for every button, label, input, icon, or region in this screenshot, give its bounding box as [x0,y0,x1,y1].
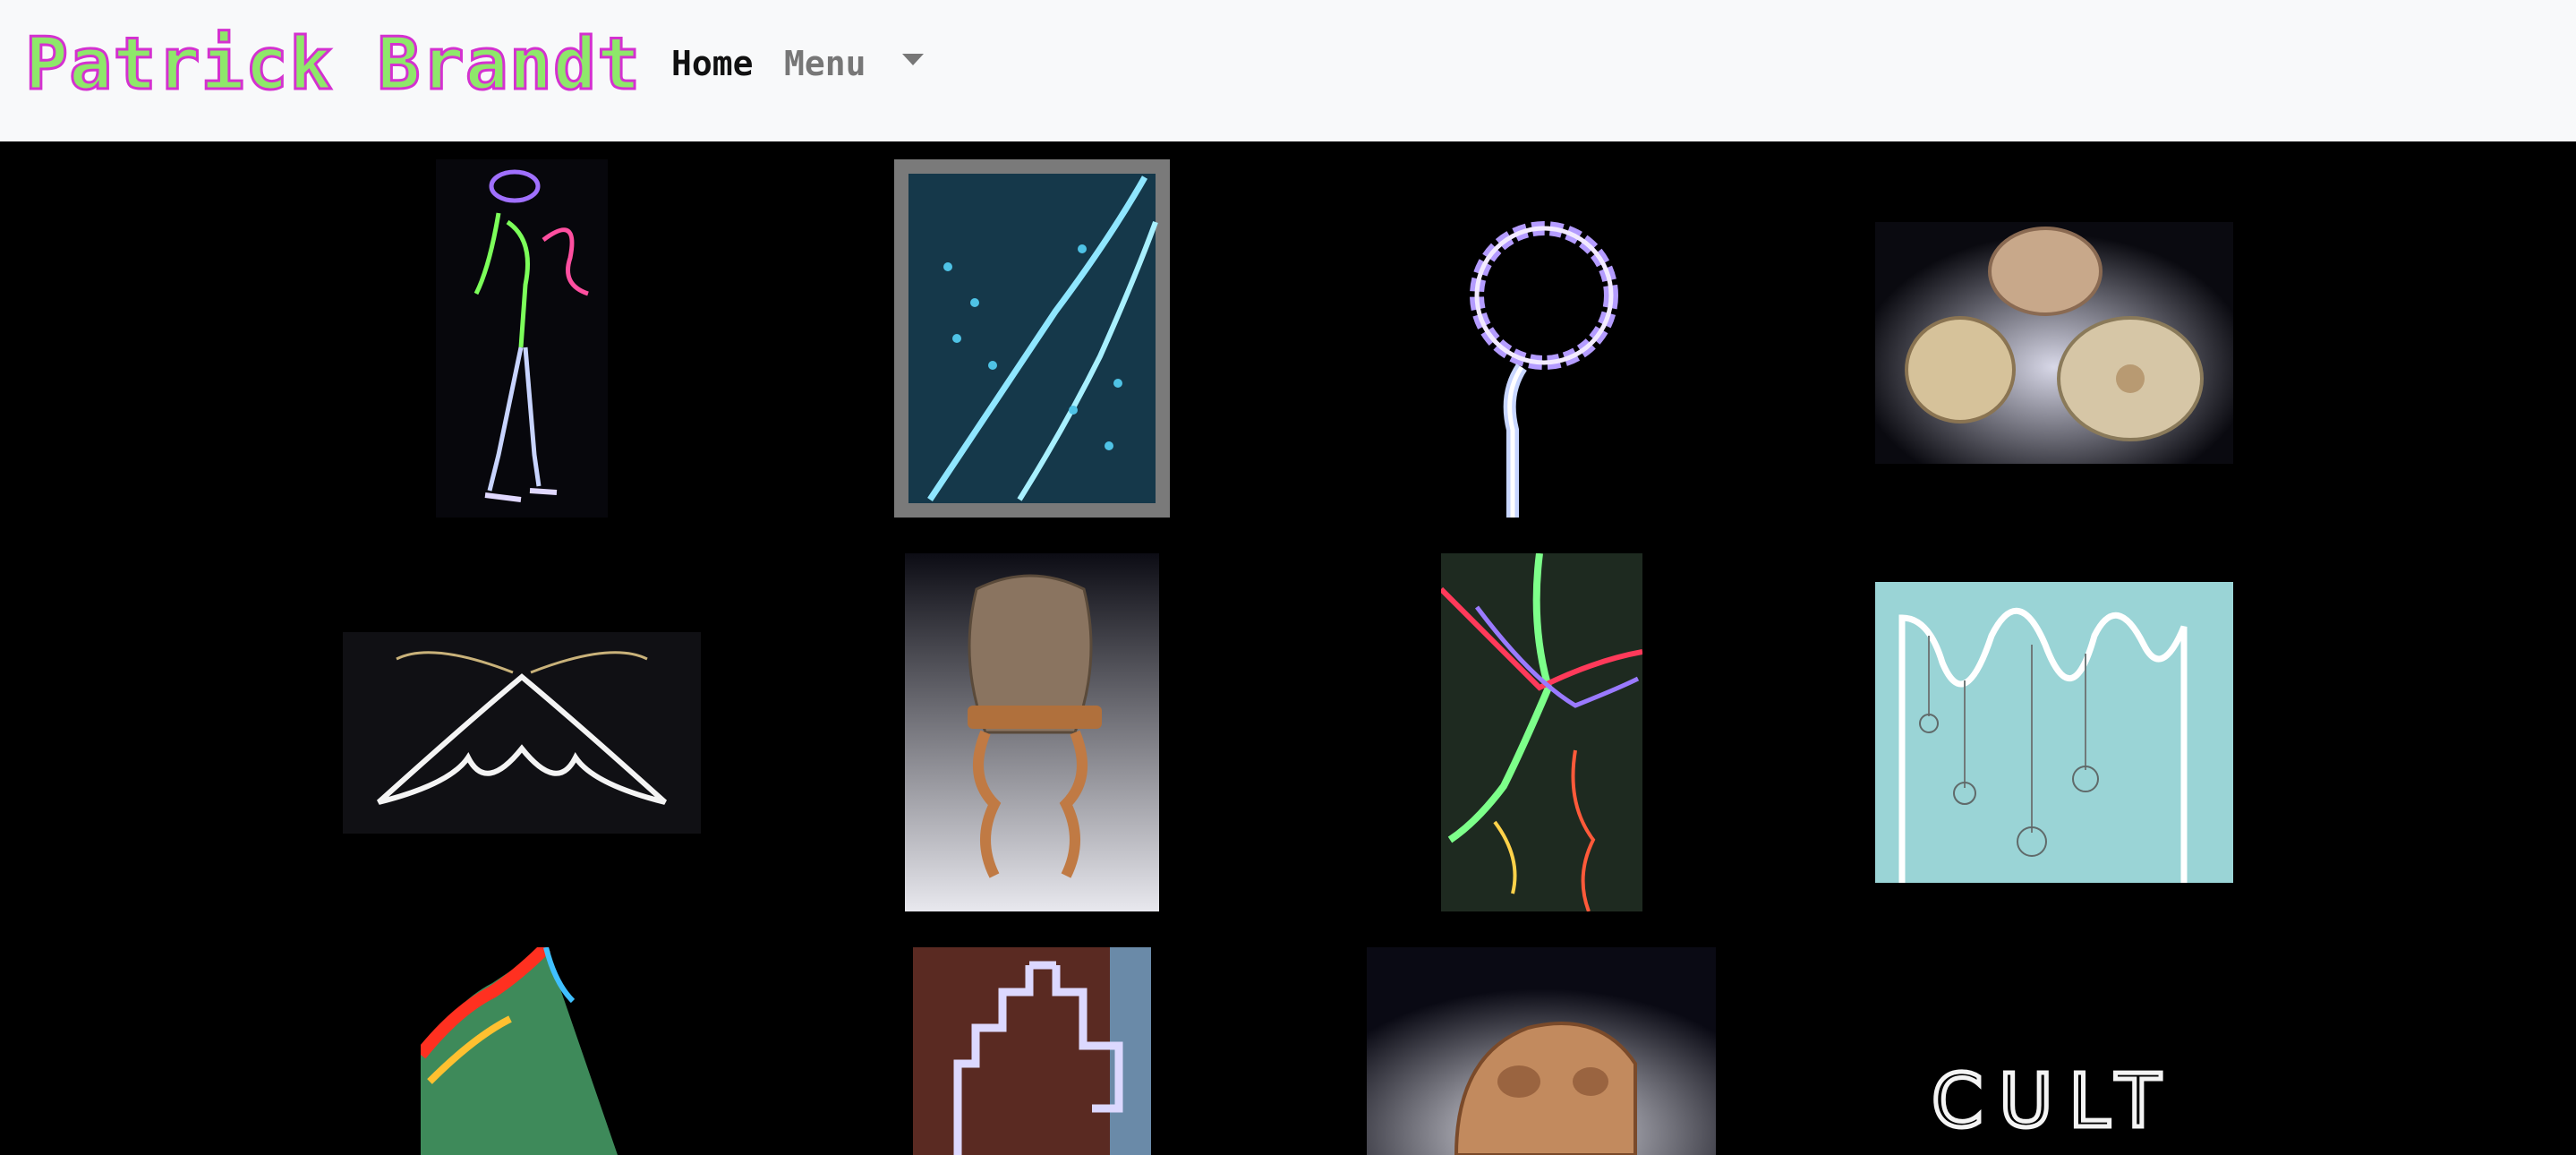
navbar: Patrick Brandt Home Menu [0,0,2576,141]
copper-shield-image [905,553,1159,911]
cult-sign-image: CULT [1875,947,2233,1155]
three-bowls-image [1875,222,2233,464]
nav-home-link[interactable]: Home [671,41,754,86]
gallery-item-neon-ring[interactable] [1441,215,1642,518]
caret-down-icon[interactable] [902,54,924,65]
gallery-item-neon-figure[interactable] [436,159,608,518]
brick-neon-image [913,947,1151,1155]
gallery-item-three-bowls[interactable] [1875,222,2233,464]
gallery-item-brick-neon[interactable] [913,947,1151,1155]
gallery-item-wave-installation[interactable] [1875,582,2233,883]
artwork-gallery: CULT [0,141,2576,1155]
copper-mask-image [1367,947,1716,1155]
gallery-item-neon-lightning[interactable] [1441,553,1642,911]
blue-river-panel-image [894,159,1170,518]
nav-menu-dropdown[interactable]: Menu [784,41,866,86]
cult-sign-text: CULT [1932,1059,2177,1144]
neon-moth-image [343,632,701,834]
gallery-item-neon-peak[interactable] [421,947,618,1155]
site-brand[interactable]: Patrick Brandt [23,20,641,109]
gallery-item-cult-sign[interactable]: CULT [1875,947,2233,1155]
wave-installation-image [1875,582,2233,883]
gallery-item-neon-moth[interactable] [343,632,701,834]
gallery-item-blue-river-panel[interactable] [894,159,1170,518]
neon-peak-image [421,947,618,1155]
neon-ring-image [1441,215,1642,518]
neon-lightning-image [1441,553,1642,911]
gallery-item-copper-shield[interactable] [905,553,1159,911]
gallery-item-copper-mask[interactable] [1367,947,1716,1155]
neon-figure-image [436,159,608,518]
